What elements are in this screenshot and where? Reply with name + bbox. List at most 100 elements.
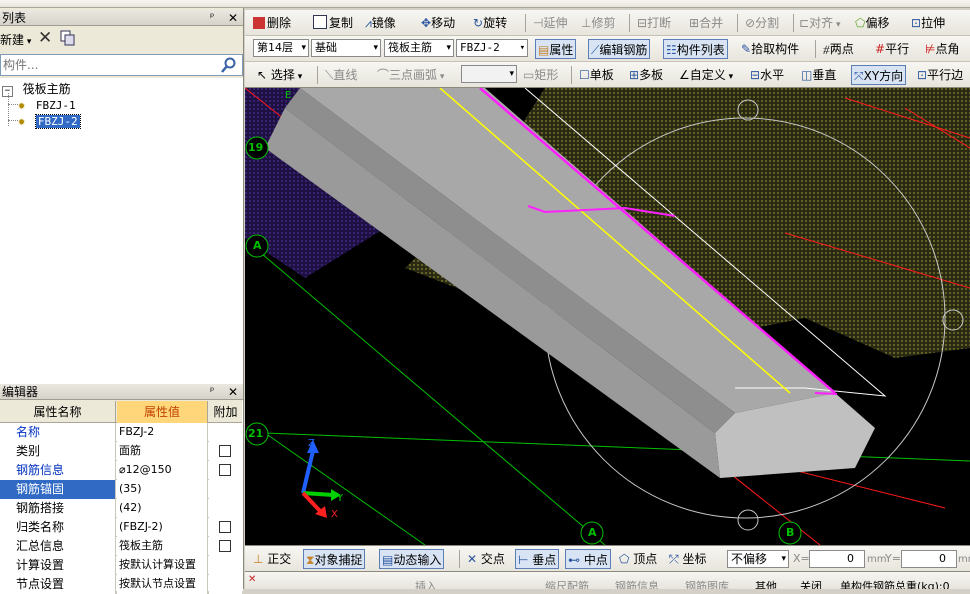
perpendicular-button[interactable]: ⊢ 垂点 xyxy=(515,549,560,569)
other-button[interactable]: 其他 xyxy=(755,578,777,589)
extra-checkbox[interactable] xyxy=(219,521,231,533)
merge-button[interactable]: ⊞合并 xyxy=(689,13,723,33)
stretch-button[interactable]: ⊡拉伸 xyxy=(911,13,945,33)
parallel-button[interactable]: #平行 xyxy=(875,39,909,59)
trim-button[interactable]: ⊥修剪 xyxy=(581,13,615,33)
snap-button[interactable]: ⧗对象捕捉 xyxy=(303,549,366,569)
dynamic-input-button[interactable]: ▤动态输入 xyxy=(379,549,445,569)
component-list-button[interactable]: ☷构件列表 xyxy=(663,39,728,59)
copy-button[interactable]: 复制 xyxy=(313,13,353,33)
rect-button[interactable]: ▭矩形 xyxy=(523,65,558,85)
move-button[interactable]: ✥移动 xyxy=(421,13,455,33)
pin-icon[interactable]: ᵖ xyxy=(210,10,214,26)
copy-icon[interactable] xyxy=(60,30,76,50)
select-button[interactable]: ↖ 选择 ▾ xyxy=(257,65,302,85)
tree-item-fbzj-2[interactable]: ✹ FBZJ-2 xyxy=(18,113,81,129)
property-row[interactable]: 计算设置 按默认计算设置 xyxy=(0,556,242,575)
xy-direction-button[interactable]: ⤧XY方向 xyxy=(851,65,907,85)
parallel-edge-button[interactable]: ⊡平行边 xyxy=(917,65,963,85)
point-angle-button[interactable]: ⊭点角 xyxy=(925,39,959,59)
new-button[interactable]: 新建 ▾ xyxy=(0,30,31,50)
extra-checkbox[interactable] xyxy=(219,464,231,476)
property-value[interactable]: (35) xyxy=(117,480,208,499)
extra-checkbox[interactable] xyxy=(219,540,231,552)
insert-button[interactable]: 插入 xyxy=(415,578,437,589)
snap-statusbar: ⊥ 正交 ⧗对象捕捉 ▤动态输入 ✕ 交点 ⊢ 垂点 ⊷ 中点 ⬠ 顶点 ⤱ 坐… xyxy=(245,545,970,571)
multi-slab-button[interactable]: ⊞多板 xyxy=(629,65,663,85)
property-name: 钢筋信息 xyxy=(0,461,116,480)
extra-checkbox[interactable] xyxy=(219,445,231,457)
property-value[interactable]: 面筋 xyxy=(117,442,208,461)
property-row[interactable]: 节点设置 按默认节点设置 xyxy=(0,575,242,594)
floor-select[interactable]: 第14层 ▾ xyxy=(253,39,309,57)
split-button[interactable]: ⊘分割 xyxy=(745,13,779,33)
arc-option-select[interactable]: ▾ xyxy=(461,65,517,83)
edit-rebar-button[interactable]: ⟋编辑钢筋 xyxy=(588,39,651,59)
break-button[interactable]: ⊟打断 xyxy=(637,13,671,33)
property-value[interactable]: 按默认节点设置 xyxy=(117,575,208,594)
property-row[interactable]: 钢筋信息 ⌀12@150 xyxy=(0,461,242,480)
extend-icon: ⊣ xyxy=(533,16,544,30)
rotate-button[interactable]: ↻旋转 xyxy=(473,13,507,33)
search-input[interactable] xyxy=(1,55,215,75)
grid-header: 属性名称 属性值 附加 xyxy=(0,401,242,423)
property-value[interactable]: 按默认计算设置 xyxy=(117,556,208,575)
search-icon[interactable] xyxy=(221,57,237,76)
close-small-icon[interactable]: ✕ xyxy=(248,574,256,585)
x-input[interactable]: 0 xyxy=(809,550,865,568)
rebar-library-button[interactable]: 钢筋图库 xyxy=(685,578,729,589)
intersect-button[interactable]: ✕ 交点 xyxy=(467,549,505,569)
rebar-info-button[interactable]: 钢筋信息 xyxy=(615,578,659,589)
two-points-button[interactable]: ⧣两点 xyxy=(823,39,854,59)
mid-icon: ⊷ xyxy=(568,553,580,567)
stretch-icon: ⊡ xyxy=(911,16,922,30)
axis-text-a-bottom: A xyxy=(588,526,597,539)
single-slab-button[interactable]: ☐单板 xyxy=(579,65,614,85)
tree-item-fbzj-1[interactable]: ✹ FBZJ-1 xyxy=(18,97,76,113)
property-row[interactable]: 钢筋搭接 (42) xyxy=(0,499,242,518)
close-button[interactable]: 关闭 xyxy=(800,578,822,589)
property-value[interactable]: (FBZJ-2) xyxy=(117,518,208,537)
line-button[interactable]: ⟍直线 xyxy=(325,65,357,85)
property-value[interactable]: 筏板主筋 xyxy=(117,537,208,556)
parallel-edge-icon: ⊡ xyxy=(917,68,928,82)
property-row[interactable]: 归类名称 (FBZJ-2) xyxy=(0,518,242,537)
arc-button[interactable]: ⌒三点画弧 ▾ xyxy=(377,65,444,85)
custom-icon: ∠ xyxy=(679,68,690,82)
mirror-button[interactable]: ⩘镜像 xyxy=(365,13,396,33)
type-select[interactable]: 筏板主筋 ▾ xyxy=(384,39,454,57)
property-row[interactable]: 类别 面筋 xyxy=(0,442,242,461)
horizontal-button[interactable]: ⊟水平 xyxy=(750,65,784,85)
pick-component-button[interactable]: ✎拾取构件 xyxy=(741,39,799,59)
pin-icon[interactable]: ᵖ xyxy=(210,384,214,400)
fill-rebar-button[interactable]: 缩尺配筋 xyxy=(545,578,589,589)
component-select[interactable]: FBZJ-2 ▾ xyxy=(456,39,528,57)
midpoint-button[interactable]: ⊷ 中点 xyxy=(565,549,611,569)
rebar-bottom-strip: ✕ 插入 缩尺配筋 钢筋信息 钢筋图库 其他 关闭 单构件钢筋总重(kg):0 xyxy=(245,571,970,589)
coord-button[interactable]: ⤱ 坐标 xyxy=(669,549,706,569)
drawing-canvas[interactable]: 19 A 21 A B E Z Y X xyxy=(245,88,970,545)
delete-button[interactable]: 删除 xyxy=(253,13,291,33)
property-row[interactable]: 钢筋锚固 (35) xyxy=(0,480,242,499)
offset-select[interactable]: 不偏移 ▾ xyxy=(727,550,789,568)
property-value[interactable]: ⌀12@150 xyxy=(117,461,208,480)
property-value[interactable]: FBZJ-2 xyxy=(117,423,208,442)
close-icon[interactable]: ✕ xyxy=(228,384,238,400)
category-select[interactable]: 基础 ▾ xyxy=(311,39,381,57)
y-input[interactable]: 0 xyxy=(901,550,957,568)
ortho-button[interactable]: ⊥ 正交 xyxy=(253,549,291,569)
property-row[interactable]: 汇总信息 筏板主筋 xyxy=(0,537,242,556)
property-value[interactable]: (42) xyxy=(117,499,208,518)
edit-toolbar: 删除 复制 ⩘镜像 ✥移动 ↻旋转 ⊣延伸 ⊥修剪 ⊟打断 ⊞合并 ⊘分割 ⊏对… xyxy=(245,10,970,36)
extend-button[interactable]: ⊣延伸 xyxy=(533,13,567,33)
delete-x-icon[interactable]: ✕ xyxy=(38,28,52,48)
vertex-button[interactable]: ⬠ 顶点 xyxy=(619,549,657,569)
align-button[interactable]: ⊏对齐 ▾ xyxy=(799,13,840,33)
property-row[interactable]: 名称 FBZJ-2 xyxy=(0,423,242,442)
properties-button[interactable]: ▤属性 xyxy=(535,39,577,59)
vertical-button[interactable]: ◫垂直 xyxy=(801,65,836,85)
close-icon[interactable]: ✕ xyxy=(228,10,238,26)
magenta-end xyxy=(814,392,838,395)
custom-button[interactable]: ∠自定义 ▾ xyxy=(679,65,733,85)
offset-button[interactable]: ⬠偏移 xyxy=(855,13,889,33)
